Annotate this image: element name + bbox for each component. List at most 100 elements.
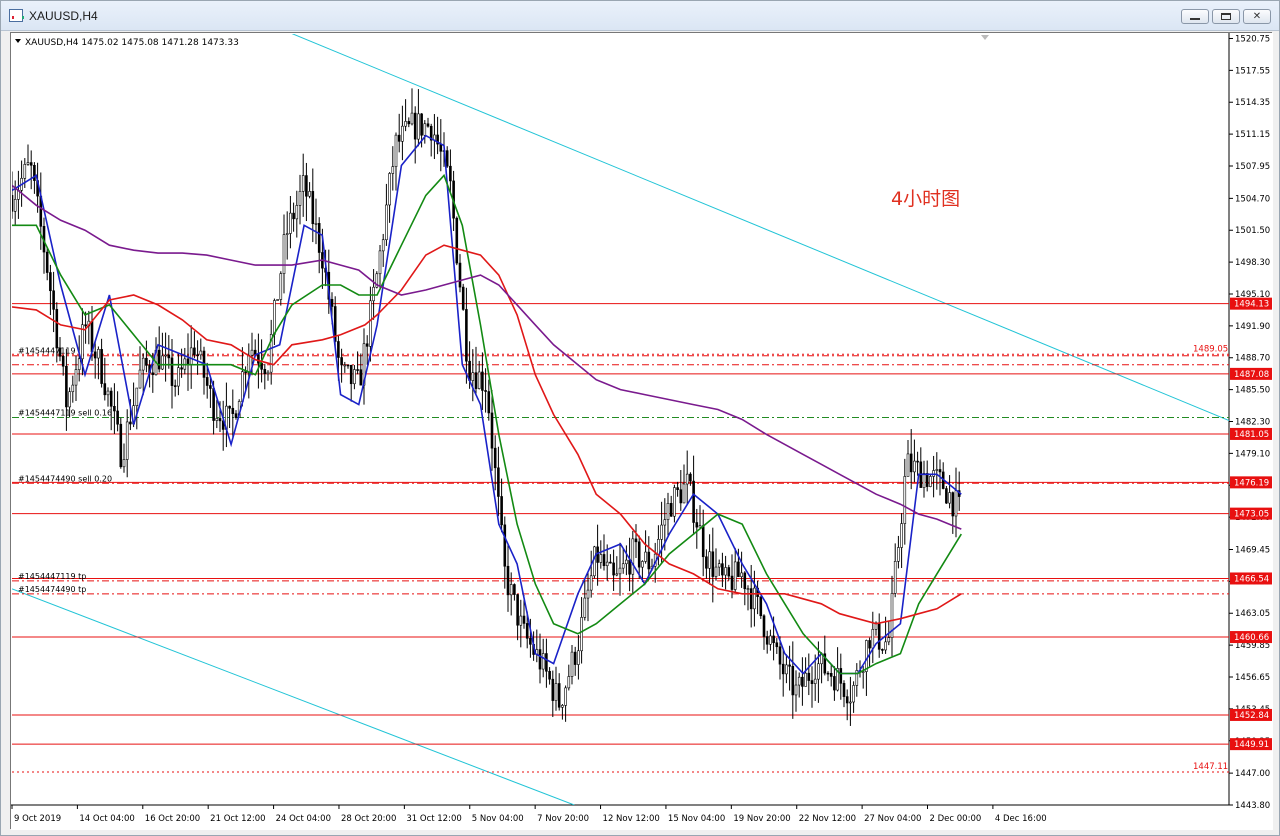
candle-body	[567, 676, 571, 689]
candle-body	[218, 418, 222, 422]
candle-body	[292, 212, 295, 220]
chart-background	[11, 33, 1273, 830]
x-tick-label-10: 15 Nov 04:00	[668, 814, 725, 824]
chart-window-icon	[9, 9, 24, 22]
level-tag-label-2: 1481.05	[1234, 430, 1269, 440]
candle-body	[97, 349, 100, 359]
y-tick-label-1: 1517.55	[1235, 66, 1270, 76]
candle-body	[909, 453, 913, 473]
candle-body	[781, 663, 785, 675]
candle-body	[401, 125, 404, 142]
candle-body	[465, 309, 468, 362]
close-button[interactable]: ✕	[1243, 9, 1271, 24]
candle-body	[61, 355, 65, 367]
window-title: XAUUSD,H4	[29, 9, 98, 23]
candle-body	[353, 369, 356, 385]
chart-area[interactable]: #1454447119 #1454447119 sell 0.16 #1454474…	[10, 32, 1273, 830]
price-chart[interactable]: #1454447119 #1454447119 sell 0.16 #1454474…	[11, 33, 1273, 830]
restore-button[interactable]	[1212, 9, 1240, 24]
candle-body	[564, 687, 567, 706]
x-tick-label-2: 16 Oct 20:00	[145, 814, 200, 824]
candle-body	[279, 273, 283, 300]
candle-body	[615, 573, 619, 576]
candle-body	[295, 205, 299, 220]
x-tick-label-11: 19 Nov 20:00	[733, 814, 790, 824]
candle-body	[689, 473, 692, 482]
y-tick-label-3: 1511.15	[1235, 130, 1270, 140]
candle-body	[935, 469, 939, 471]
candle-body	[673, 487, 676, 517]
minimize-button[interactable]	[1181, 9, 1209, 24]
chart-header-text: XAUUSD,H4 1475.02 1475.08 1471.28 1473.3…	[25, 38, 239, 48]
candle-body	[759, 596, 763, 617]
candle-body	[266, 371, 270, 375]
candle-body	[810, 680, 814, 684]
candle-body	[637, 541, 641, 568]
candle-body	[119, 423, 123, 468]
candle-body	[487, 391, 491, 414]
candle-body	[445, 150, 449, 167]
candle-body	[791, 665, 795, 696]
candle-body	[628, 559, 631, 575]
candle-body	[538, 649, 542, 670]
candle-body	[513, 584, 516, 595]
candle-body	[561, 705, 564, 708]
candle-body	[77, 358, 81, 370]
candle-body	[951, 492, 955, 517]
level-tag-label-5: 1466.54	[1234, 574, 1269, 584]
candle-body	[602, 554, 606, 567]
candle-body	[493, 447, 497, 469]
candle-body	[45, 251, 49, 273]
candle-body	[71, 384, 75, 393]
candle-body	[141, 357, 145, 371]
candle-body	[13, 199, 17, 212]
candle-body	[74, 369, 78, 386]
candle-body	[263, 368, 267, 375]
y-tick-label-12: 1482.30	[1235, 417, 1270, 427]
title-bar[interactable]: XAUUSD,H4 ✕	[1, 1, 1279, 31]
candle-body	[397, 134, 401, 142]
candle-body	[817, 663, 820, 680]
candle-body	[695, 522, 699, 528]
candle-body	[359, 369, 363, 386]
candle-body	[954, 490, 958, 517]
candle-body	[330, 298, 334, 307]
candle-body	[26, 162, 30, 165]
candle-body	[471, 372, 475, 381]
candle-body	[711, 551, 715, 577]
trade-label-2: #1454447119 sell 0.16	[18, 409, 112, 418]
candle-body	[727, 567, 731, 577]
x-tick-label-1: 14 Oct 04:00	[79, 814, 134, 824]
candle-body	[305, 175, 308, 197]
candle-body	[545, 653, 548, 672]
candle-body	[93, 351, 97, 359]
restore-icon	[1221, 13, 1231, 20]
candle-body	[426, 123, 430, 127]
candle-body	[701, 525, 705, 558]
candle-body	[301, 175, 305, 192]
candle-body	[23, 164, 27, 179]
candle-body	[394, 134, 398, 167]
candle-body	[145, 357, 148, 366]
candle-body	[273, 300, 276, 335]
candle-body	[641, 561, 644, 568]
candle-body	[458, 262, 462, 288]
candle-body	[647, 551, 651, 570]
candle-body	[116, 410, 119, 425]
candle-body	[865, 640, 868, 672]
candle-body	[68, 391, 71, 408]
candle-body	[753, 587, 756, 610]
candle-body	[503, 524, 507, 567]
candle-body	[682, 483, 686, 504]
candle-body	[922, 473, 926, 488]
candle-body	[388, 173, 391, 206]
candle-body	[506, 565, 510, 596]
trade-label-3: #1454474490 sell 0.20	[18, 474, 112, 483]
candle-body	[676, 487, 679, 490]
candle-body	[925, 473, 929, 487]
chart-window: XAUUSD,H4 ✕ #1454447119 #1454447119 sell …	[0, 0, 1280, 836]
candle-body	[164, 354, 167, 357]
candle-body	[881, 649, 884, 651]
y-tick-label-7: 1498.30	[1235, 258, 1270, 268]
x-tick-label-13: 27 Nov 04:00	[864, 814, 921, 824]
